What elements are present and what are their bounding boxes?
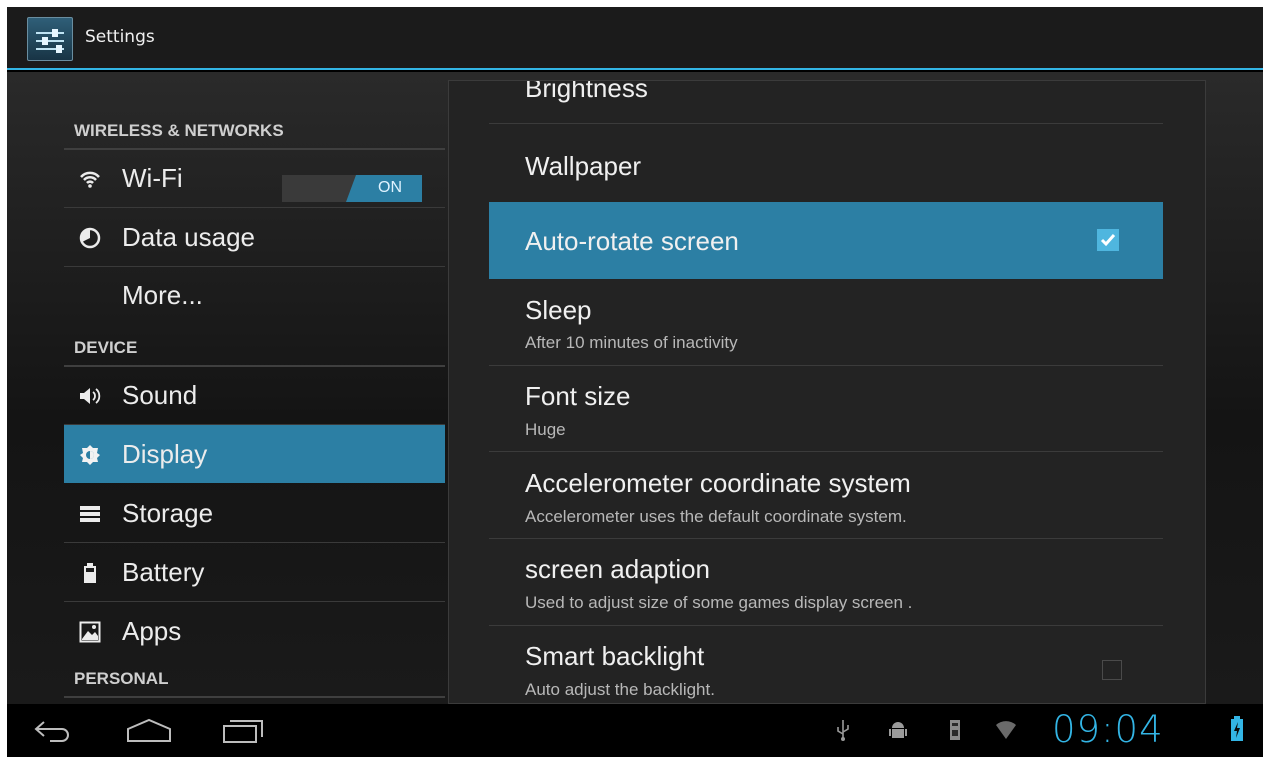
system-navigation-bar: 09:04 — [7, 704, 1263, 757]
battery-icon — [84, 563, 96, 583]
sidebar-item-label: Display — [122, 439, 208, 469]
sidebar-item-data-usage[interactable]: Data usage — [64, 208, 445, 266]
auto-rotate-checkbox[interactable] — [1097, 229, 1119, 251]
pref-accelerometer-summary: Accelerometer uses the default coordinat… — [525, 507, 907, 526]
sidebar-item-more[interactable]: More... — [64, 267, 445, 313]
sidebar-item-label: Wi-Fi — [122, 163, 183, 193]
header-wireless-networks: WIRELESS & NETWORKS — [74, 121, 284, 140]
speaker-icon — [80, 388, 101, 404]
pref-screen-adaption-title[interactable]: screen adaption — [525, 554, 710, 585]
action-bar: Settings — [7, 7, 1263, 70]
clock: 09:04 — [1052, 708, 1164, 751]
pref-wallpaper-title[interactable]: Wallpaper — [525, 151, 641, 182]
divider — [489, 365, 1163, 366]
sidebar-item-storage[interactable]: Storage — [64, 484, 445, 542]
sidebar-item-display[interactable]: Display — [64, 425, 445, 483]
usb-icon — [837, 720, 849, 741]
sd-card-icon — [950, 720, 960, 740]
pref-auto-rotate[interactable]: Auto-rotate screen — [489, 202, 1163, 279]
sidebar-item-label: More... — [122, 280, 203, 310]
sidebar-item-wifi[interactable]: Wi-Fi ON — [64, 149, 445, 207]
wifi-toggle-label: ON — [378, 179, 402, 196]
wifi-signal-icon — [996, 721, 1016, 739]
home-icon[interactable] — [125, 716, 173, 746]
pref-font-size-title[interactable]: Font size — [525, 381, 631, 412]
divider — [489, 625, 1163, 626]
sidebar-item-label: Apps — [122, 616, 182, 646]
battery-charging-icon — [1231, 716, 1243, 741]
header-personal: PERSONAL — [74, 669, 169, 688]
sidebar-item-battery[interactable]: Battery — [64, 543, 445, 601]
wifi-toggle[interactable]: ON — [282, 175, 422, 202]
app-title: Settings — [85, 27, 155, 47]
display-brightness-icon — [80, 445, 100, 465]
header-device: DEVICE — [74, 338, 138, 357]
android-screen: Settings WIRELESS & NETWORKS Wi-Fi ON Da… — [7, 7, 1263, 757]
pref-font-size-summary: Huge — [525, 420, 566, 439]
apps-icon — [79, 621, 101, 643]
data-usage-icon — [79, 227, 101, 249]
pref-accelerometer-title[interactable]: Accelerometer coordinate system — [525, 468, 911, 499]
sidebar-item-label: Data usage — [122, 222, 255, 252]
pref-brightness-title[interactable]: Brightness — [525, 81, 648, 104]
sidebar-item-label: Storage — [122, 498, 214, 528]
sidebar-item-apps[interactable]: Apps — [64, 602, 445, 652]
android-debug-icon — [889, 722, 907, 738]
pref-auto-rotate-title: Auto-rotate screen — [525, 226, 739, 256]
display-settings-panel: Brightness Wallpaper Auto-rotate screen … — [448, 80, 1206, 704]
pref-sleep-title[interactable]: Sleep — [525, 295, 592, 326]
sidebar-item-label: Sound — [122, 380, 198, 410]
pref-smart-backlight-summary: Auto adjust the backlight. — [525, 680, 715, 699]
sidebar-item-sound[interactable]: Sound — [64, 366, 445, 424]
recent-apps-icon[interactable] — [221, 716, 267, 746]
settings-sidebar: WIRELESS & NETWORKS Wi-Fi ON Data usage … — [64, 72, 445, 704]
storage-icon — [80, 506, 100, 522]
back-icon[interactable] — [32, 716, 76, 746]
pref-screen-adaption-summary: Used to adjust size of some games displa… — [525, 593, 913, 612]
settings-sliders-icon[interactable] — [27, 17, 73, 61]
divider — [489, 123, 1163, 124]
wifi-icon — [80, 171, 100, 188]
header-divider — [64, 696, 445, 698]
sidebar-item-label: Battery — [122, 557, 205, 587]
divider — [489, 538, 1163, 539]
pref-smart-backlight-title[interactable]: Smart backlight — [525, 641, 704, 672]
smart-backlight-checkbox[interactable] — [1102, 660, 1122, 680]
pref-sleep-summary: After 10 minutes of inactivity — [525, 333, 738, 352]
settings-content: WIRELESS & NETWORKS Wi-Fi ON Data usage … — [7, 72, 1263, 704]
divider — [489, 451, 1163, 452]
